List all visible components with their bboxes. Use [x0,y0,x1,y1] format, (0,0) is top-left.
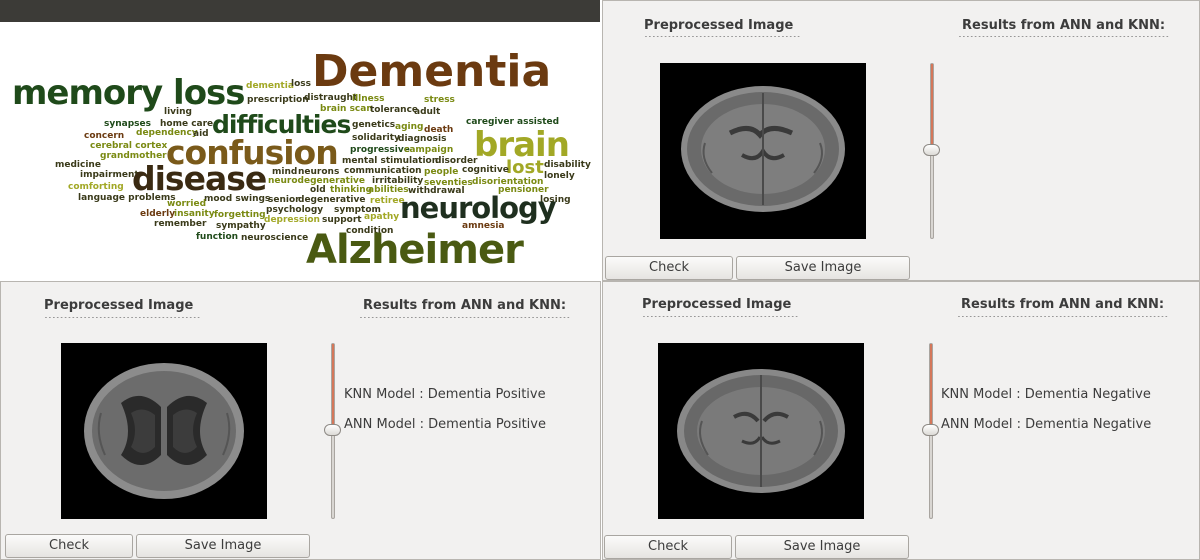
preprocessed-image-underline: ---------------------------------------- [642,312,799,320]
slider-knob-icon[interactable] [922,424,939,436]
analysis-panel-2: Preprocessed Image ---------------------… [0,281,601,560]
word-cognitive: cognitive [462,165,509,175]
word-cerebral-cortex: cerebral cortex [90,141,168,151]
word-communication: communication [344,166,422,176]
word-language-problems: language problems [78,193,176,203]
word-old: old [310,185,326,195]
results-underline: ----------------------------------------… [359,313,571,321]
word-illness: illness [352,94,385,104]
word-concern: concern [84,131,125,141]
preprocessed-image-title: Preprocessed Image [642,297,792,312]
word-people: people [424,167,459,177]
word-remember: remember [154,219,207,229]
check-button[interactable]: Check [5,534,133,558]
word-loss: loss [291,79,311,89]
preprocessed-image-title: Preprocessed Image [44,298,194,313]
word-senior: senior [268,195,300,205]
knn-result: KNN Model : Dementia Positive [344,387,546,402]
word-living: living [164,107,192,117]
ann-result: ANN Model : Dementia Positive [344,417,546,432]
word-medicine: medicine [55,160,101,170]
window-title-bar [0,0,600,22]
word-neurology: neurology [400,191,557,225]
preprocessed-mri-image [660,63,866,239]
word-mental-stimulation: mental stimulation [342,156,439,166]
word-diagnosis: diagnosis [398,134,447,144]
word-adult: adult [414,107,441,117]
word-stress: stress [424,95,455,105]
word-mood-swings: mood swings [204,194,271,204]
word-disability: disability [544,160,591,170]
word-progressive: progressive [350,145,410,155]
word-neuroscience: neuroscience [241,233,309,243]
word-distraught: distraught [304,93,358,103]
threshold-slider[interactable] [923,63,940,239]
word-lonely: lonely [544,171,575,181]
word-aging: aging [395,122,424,132]
word-thinking: thinking [330,185,373,195]
preprocessed-mri-image [61,343,267,519]
word-campaign: campaign [404,145,454,155]
word-apathy: apathy [364,212,400,222]
results-underline: ----------------------------------------… [958,32,1170,40]
save-image-button[interactable]: Save Image [136,534,310,558]
word-prescription: prescription [247,95,309,105]
check-button[interactable]: Check [604,535,732,559]
check-button[interactable]: Check [605,256,733,280]
word-memory-loss: memory loss [12,73,246,113]
slider-fill [332,344,334,424]
slider-knob-icon[interactable] [324,424,341,436]
knn-result: KNN Model : Dementia Negative [941,387,1151,402]
word-dementia-small: dementia [246,81,294,91]
preprocessed-mri-image [658,343,864,519]
word-genetics: genetics [352,120,396,130]
word-alzheimer: Alzheimer [306,227,524,273]
word-function: function [196,232,239,242]
results-title: Results from ANN and KNN: [961,297,1165,312]
preprocessed-image-underline: ---------------------------------------- [644,32,801,40]
word-solidarity: solidarity [352,133,400,143]
word-insanity: insanity [174,209,215,219]
word-forgetting: forgetting [214,210,266,220]
ann-result: ANN Model : Dementia Negative [941,417,1152,432]
results-underline: ----------------------------------------… [957,312,1169,320]
word-impairment: impairment [80,170,139,180]
analysis-panel-3: Preprocessed Image ---------------------… [602,281,1200,560]
word-lost: lost [506,157,544,178]
word-dementia: Dementia [312,46,552,97]
word-degenerative: degenerative [298,195,366,205]
results-title: Results from ANN and KNN: [962,18,1166,33]
analysis-panel-1: Preprocessed Image ---------------------… [602,0,1200,281]
slider-fill [931,64,933,144]
preprocessed-image-title: Preprocessed Image [644,18,794,33]
preprocessed-image-underline: ---------------------------------------- [44,313,201,321]
word-elderly: elderly [140,209,176,219]
threshold-slider[interactable] [324,343,341,519]
word-depression: depression [264,215,320,225]
word-cloud-image: Dementia memory loss dementia loss presc… [0,0,600,280]
word-comforting: comforting [68,182,124,192]
threshold-slider[interactable] [922,343,939,519]
word-worried: worried [167,199,207,209]
word-support: support [322,215,362,225]
slider-fill [930,344,932,424]
word-psychology: psychology [266,205,324,215]
word-tolerance: tolerance [370,105,419,115]
slider-knob-icon[interactable] [923,144,940,156]
results-title: Results from ANN and KNN: [363,298,567,313]
word-sympathy: sympathy [216,221,266,231]
save-image-button[interactable]: Save Image [736,256,910,280]
word-disease: disease [132,159,267,198]
save-image-button[interactable]: Save Image [735,535,909,559]
